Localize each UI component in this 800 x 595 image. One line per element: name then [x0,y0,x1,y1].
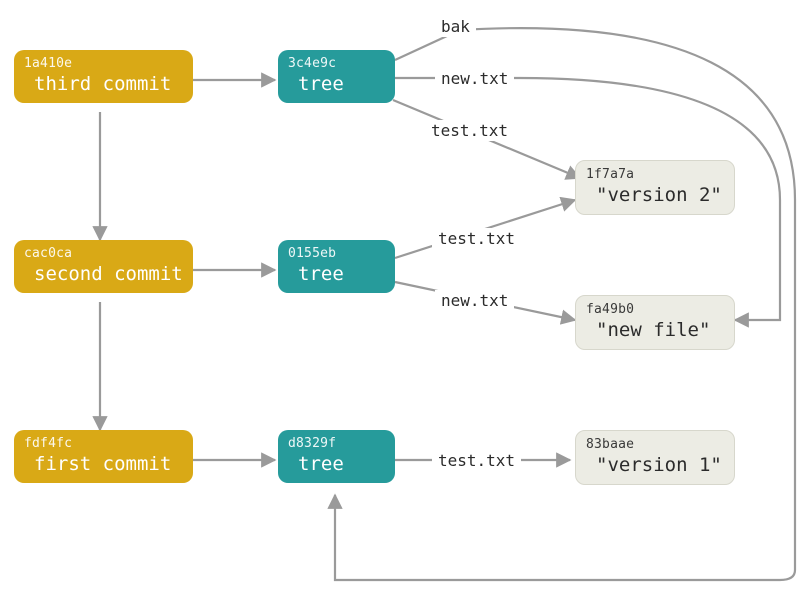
commit-title: first commit [24,453,183,475]
blob-title: "version 1" [586,454,724,476]
blob-sha: 1f7a7a [586,167,724,182]
commit-node-first: fdf4fc first commit [14,430,193,483]
tree-sha: 3c4e9c [288,56,385,71]
blob-sha: 83baae [586,437,724,452]
edge-label-newtxt: new.txt [435,290,514,311]
commit-sha: 1a410e [24,56,183,71]
tree-title: tree [288,453,385,475]
commit-sha: cac0ca [24,246,183,261]
tree-title: tree [288,73,385,95]
edge-label-newtxt: new.txt [435,68,514,89]
tree-node-0155eb: 0155eb tree [278,240,395,293]
edge-label-bak: bak [435,16,476,37]
blob-node-version2: 1f7a7a "version 2" [575,160,735,215]
commit-title: second commit [24,263,183,285]
blob-sha: fa49b0 [586,302,724,317]
commit-node-third: 1a410e third commit [14,50,193,103]
edge-label-testtxt: test.txt [432,228,521,249]
commit-title: third commit [24,73,183,95]
tree-node-3c4e9c: 3c4e9c tree [278,50,395,103]
blob-title: "new file" [586,319,724,341]
edge-label-testtxt: test.txt [432,450,521,471]
blob-node-newfile: fa49b0 "new file" [575,295,735,350]
tree-title: tree [288,263,385,285]
blob-node-version1: 83baae "version 1" [575,430,735,485]
tree-sha: 0155eb [288,246,385,261]
edge-label-testtxt: test.txt [425,120,514,141]
commit-sha: fdf4fc [24,436,183,451]
tree-sha: d8329f [288,436,385,451]
tree-node-d8329f: d8329f tree [278,430,395,483]
commit-node-second: cac0ca second commit [14,240,193,293]
blob-title: "version 2" [586,184,724,206]
